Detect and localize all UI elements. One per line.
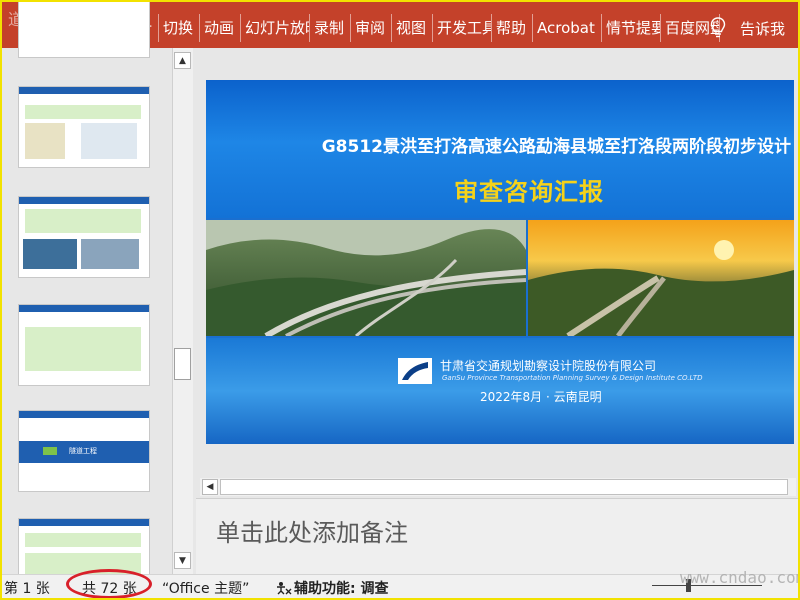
watermark-url: www.cndao.com <box>680 568 800 587</box>
tab-record[interactable]: 录制 <box>310 14 351 42</box>
slide-thumbnail[interactable]: 隧道工程 <box>18 410 150 492</box>
tab-review[interactable]: 审阅 <box>351 14 392 42</box>
slide-thumbnail-pane: 隧道工程 <box>2 0 194 600</box>
company-name-cn: 甘肃省交通规划勘察设计院股份有限公司 <box>440 359 657 373</box>
company-logo-icon <box>398 358 432 384</box>
tab-developer[interactable]: 开发工具 <box>433 14 492 42</box>
slide-subtitle: 审查咨询汇报 <box>454 178 604 206</box>
theme-name: “Office 主题” <box>162 581 250 597</box>
accessibility-status[interactable]: 辅助功能: 调查 <box>276 578 388 598</box>
tell-me-box[interactable]: 告诉我 <box>710 14 785 42</box>
slide-thumbnail[interactable] <box>18 304 150 386</box>
report-date: 2022年8月 · 云南昆明 <box>480 390 602 404</box>
scrollbar-thumb[interactable] <box>174 348 191 380</box>
slide-footer-band: 甘肃省交通规划勘察设计院股份有限公司 GanSu Province Transp… <box>206 338 794 444</box>
lightbulb-icon <box>710 17 726 38</box>
slide-thumbnail[interactable] <box>18 86 150 168</box>
tab-slideshow[interactable]: 幻灯片放映 <box>241 14 310 42</box>
scroll-left-button[interactable]: ◀ <box>202 479 218 495</box>
slide-title-band: G8512景洪至打洛高速公路勐海县城至打洛段两阶段初步设计 审查咨询汇报 <box>206 80 794 218</box>
company-name-en: GanSu Province Transportation Planning S… <box>442 374 703 382</box>
highway-photo-sunset <box>528 220 794 336</box>
notes-placeholder: 单击此处添加备注 <box>216 519 408 547</box>
highlight-circle <box>66 569 152 599</box>
accessibility-label: 辅助功能: 调查 <box>294 581 389 597</box>
current-slide[interactable]: G8512景洪至打洛高速公路勐海县城至打洛段两阶段初步设计 审查咨询汇报 甘肃省… <box>206 80 794 444</box>
tab-animations[interactable]: 动画 <box>200 14 241 42</box>
tell-me-label: 告诉我 <box>740 19 786 38</box>
thumbnail-scrollbar[interactable]: ▲ ▼ <box>172 48 193 574</box>
tab-storyboard[interactable]: 情节提要 <box>602 14 661 42</box>
slide-thumbnail[interactable] <box>18 0 150 58</box>
arrow-icon <box>43 447 57 455</box>
accessibility-icon <box>277 582 292 595</box>
slide-thumbnail[interactable] <box>18 196 150 278</box>
slide-title: G8512景洪至打洛高速公路勐海县城至打洛段两阶段初步设计 <box>321 137 791 157</box>
notes-pane[interactable]: 单击此处添加备注 <box>196 498 798 575</box>
scroll-down-button[interactable]: ▼ <box>174 552 191 569</box>
slide-position: 第 1 张 <box>4 581 50 597</box>
section-label: 隧道工程 <box>69 447 97 455</box>
scroll-up-button[interactable]: ▲ <box>174 52 191 69</box>
thumbnail-header <box>19 87 149 94</box>
tab-acrobat[interactable]: Acrobat <box>533 14 602 42</box>
slide-editor: G8512景洪至打洛高速公路勐海县城至打洛段两阶段初步设计 审查咨询汇报 甘肃省… <box>196 48 800 478</box>
highway-photo-mountain <box>206 220 526 336</box>
slide-horizontal-scrollbar[interactable]: ◀ <box>200 478 796 496</box>
tab-transitions[interactable]: 切换 <box>159 14 200 42</box>
scrollbar-track[interactable] <box>220 479 788 495</box>
tab-view[interactable]: 视图 <box>392 14 433 42</box>
tab-help[interactable]: 帮助 <box>492 14 533 42</box>
